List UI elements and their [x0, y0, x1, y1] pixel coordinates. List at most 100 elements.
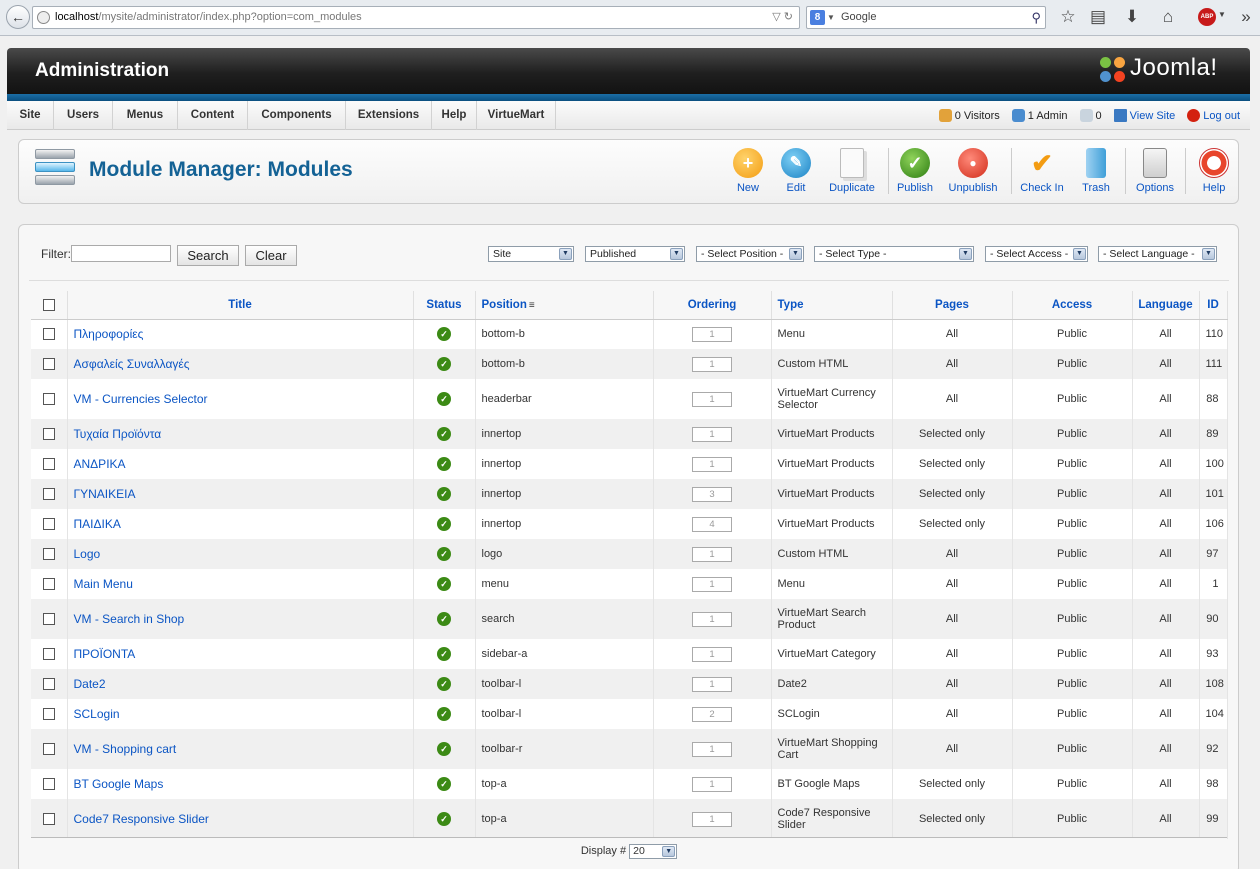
table-row[interactable]: ΑΝΔΡΙΚΑ ✓ innertop 1 VirtueMart Products Sele… [31, 449, 1228, 479]
module-title-link[interactable]: Πληροφορίες [67, 319, 414, 349]
row-checkbox[interactable] [42, 648, 55, 661]
published-check-icon[interactable]: ✓ [437, 427, 451, 441]
table-row[interactable]: Date2 ✓ toolbar-l 1 Date2 All Public All 108 [31, 669, 1228, 699]
display-count-select[interactable]: 20 ▼ [629, 843, 678, 859]
row-checkbox[interactable] [42, 458, 55, 471]
magnifier-icon[interactable]: ⚲ [1031, 7, 1041, 28]
menu-item-content[interactable]: Content [178, 101, 248, 130]
status-cell[interactable]: ✓ [413, 669, 476, 699]
logout-link[interactable]: Log out [1187, 109, 1240, 122]
status-cell[interactable]: ✓ [413, 349, 476, 379]
module-title-link[interactable]: Logo [67, 539, 414, 569]
col-ordering[interactable]: Ordering [653, 291, 772, 320]
site-select[interactable]: Site ▼ [488, 246, 574, 262]
row-checkbox-cell[interactable] [31, 349, 68, 379]
download-icon[interactable]: ⬇ [1122, 7, 1142, 27]
menu-item-help[interactable]: Help [432, 101, 477, 130]
row-checkbox-cell[interactable] [31, 449, 68, 479]
published-check-icon[interactable]: ✓ [437, 357, 451, 371]
search-button[interactable]: Search [177, 245, 239, 266]
row-checkbox[interactable] [42, 428, 55, 441]
published-check-icon[interactable]: ✓ [437, 812, 451, 826]
menu-item-menus[interactable]: Menus [113, 101, 178, 130]
published-check-icon[interactable]: ✓ [437, 457, 451, 471]
module-title-link[interactable]: Date2 [67, 669, 414, 699]
row-checkbox-cell[interactable] [31, 379, 68, 419]
table-row[interactable]: Τυχαία Προϊόντα ✓ innertop 1 VirtueMart Prod… [31, 419, 1228, 449]
table-row[interactable]: SCLogin ✓ toolbar-l 2 SCLogin All Public All 104 [31, 699, 1228, 729]
select-all-header[interactable] [31, 291, 68, 320]
col-access[interactable]: Access [1012, 291, 1133, 320]
adblock-dropdown-icon[interactable]: ▼ [1218, 10, 1226, 19]
table-row[interactable]: VM - Currencies Selector ✓ headerbar 1 Virtu… [31, 379, 1228, 419]
status-cell[interactable]: ✓ [413, 769, 476, 799]
published-check-icon[interactable]: ✓ [437, 677, 451, 691]
module-title-link[interactable]: VM - Search in Shop [67, 599, 414, 639]
module-title-link[interactable]: ΑΝΔΡΙΚΑ [67, 449, 414, 479]
check-in-button[interactable]: ✔ Check In [1019, 146, 1065, 198]
ordering-input[interactable]: 1 [692, 676, 732, 692]
row-checkbox[interactable] [42, 743, 55, 756]
published-select[interactable]: Published ▼ [585, 246, 685, 262]
menu-item-site[interactable]: Site [7, 101, 54, 130]
access-select[interactable]: - Select Access - ▼ [985, 246, 1088, 262]
row-checkbox[interactable] [42, 678, 55, 691]
row-checkbox-cell[interactable] [31, 569, 68, 599]
table-row[interactable]: BT Google Maps ✓ top-a 1 BT Google Maps Selec… [31, 769, 1228, 799]
table-row[interactable]: Ασφαλείς Συναλλαγές ✓ bottom-b 1 Custom HTML… [31, 349, 1228, 379]
bookmark-star-icon[interactable]: ☆ [1058, 7, 1078, 27]
reload-icon[interactable]: ▽ ↻ [772, 7, 793, 28]
menu-item-components[interactable]: Components [248, 101, 346, 130]
col-title[interactable]: Title [67, 291, 414, 320]
table-row[interactable]: VM - Shopping cart ✓ toolbar-r 1 VirtueMart … [31, 729, 1228, 769]
status-cell[interactable]: ✓ [413, 379, 476, 419]
table-row[interactable]: VM - Search in Shop ✓ search 1 VirtueMart Se… [31, 599, 1228, 639]
table-row[interactable]: ΓΥΝΑΙΚΕΙΑ ✓ innertop 3 VirtueMart Products Se… [31, 479, 1228, 509]
published-check-icon[interactable]: ✓ [437, 777, 451, 791]
row-checkbox-cell[interactable] [31, 509, 68, 539]
ordering-input[interactable]: 1 [692, 456, 732, 472]
status-cell[interactable]: ✓ [413, 639, 476, 669]
row-checkbox[interactable] [42, 548, 55, 561]
published-check-icon[interactable]: ✓ [437, 612, 451, 626]
duplicate-button[interactable]: Duplicate [827, 146, 877, 198]
ordering-input[interactable]: 1 [692, 611, 732, 627]
search-engine-dropdown-icon[interactable]: ▼ [827, 7, 835, 28]
language-select[interactable]: - Select Language - ▼ [1098, 246, 1217, 262]
published-check-icon[interactable]: ✓ [437, 577, 451, 591]
bookmarks-list-icon[interactable]: ▤ [1088, 7, 1108, 27]
filter-search-input[interactable] [71, 245, 171, 262]
row-checkbox-cell[interactable] [31, 539, 68, 569]
select-all-checkbox[interactable] [42, 298, 55, 311]
table-row[interactable]: Logo ✓ logo 1 Custom HTML All Public All 97 [31, 539, 1228, 569]
help-button[interactable]: Help [1197, 146, 1231, 198]
type-select[interactable]: - Select Type - ▼ [814, 246, 974, 262]
ordering-input[interactable]: 2 [692, 706, 732, 722]
options-button[interactable]: Options [1135, 146, 1175, 198]
menu-item-users[interactable]: Users [54, 101, 113, 130]
published-check-icon[interactable]: ✓ [437, 647, 451, 661]
status-cell[interactable]: ✓ [413, 799, 476, 839]
published-check-icon[interactable]: ✓ [437, 707, 451, 721]
module-title-link[interactable]: Code7 Responsive Slider [67, 799, 414, 839]
back-arrow-icon[interactable]: ← [6, 5, 30, 29]
ordering-input[interactable]: 3 [692, 486, 732, 502]
row-checkbox[interactable] [42, 708, 55, 721]
module-title-link[interactable]: ΓΥΝΑΙΚΕΙΑ [67, 479, 414, 509]
status-cell[interactable]: ✓ [413, 599, 476, 639]
module-title-link[interactable]: Ασφαλείς Συναλλαγές [67, 349, 414, 379]
ordering-input[interactable]: 1 [692, 811, 732, 827]
ordering-input[interactable]: 4 [692, 516, 732, 532]
row-checkbox[interactable] [42, 393, 55, 406]
messages-count[interactable]: 0 [1079, 109, 1102, 122]
module-title-link[interactable]: BT Google Maps [67, 769, 414, 799]
module-title-link[interactable]: VM - Currencies Selector [67, 379, 414, 419]
ordering-input[interactable]: 1 [692, 776, 732, 792]
ordering-input[interactable]: 1 [692, 426, 732, 442]
status-cell[interactable]: ✓ [413, 569, 476, 599]
table-row[interactable]: Code7 Responsive Slider ✓ top-a 1 Code7 Resp… [31, 799, 1228, 839]
row-checkbox[interactable] [42, 518, 55, 531]
row-checkbox[interactable] [42, 488, 55, 501]
row-checkbox-cell[interactable] [31, 729, 68, 769]
ordering-input[interactable]: 1 [692, 741, 732, 757]
